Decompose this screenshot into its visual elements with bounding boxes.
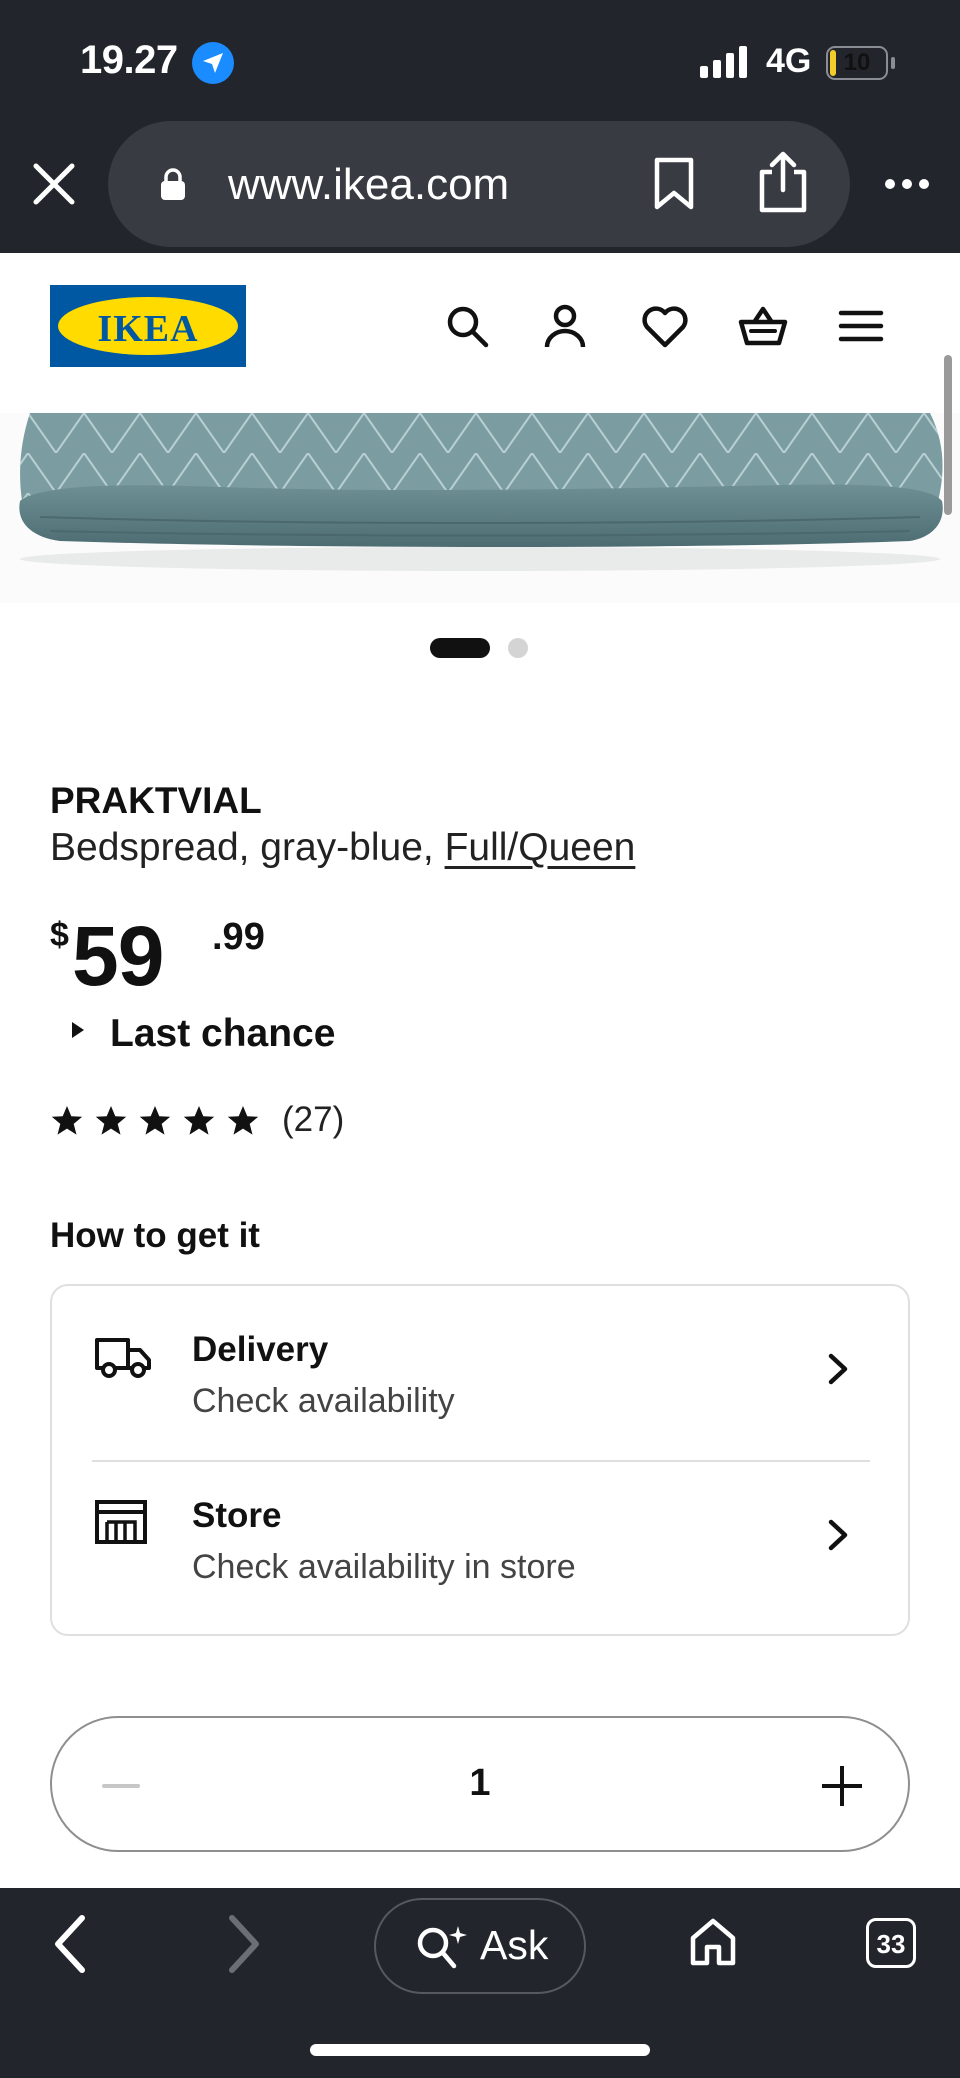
close-icon[interactable] <box>30 160 78 208</box>
star-icon <box>95 1106 127 1135</box>
review-count[interactable]: (27) <box>282 1100 344 1140</box>
status-time: 19.27 <box>80 38 178 82</box>
delivery-subtitle: Check availability <box>192 1382 455 1420</box>
bookmark-icon[interactable] <box>652 156 696 212</box>
bedspread-illustration <box>19 413 943 571</box>
fulfilment-card: Delivery Check availability Store Check … <box>50 1284 910 1636</box>
truck-icon <box>95 1338 151 1378</box>
heart-icon[interactable] <box>640 301 690 351</box>
quantity-value[interactable]: 1 <box>52 1762 908 1805</box>
home-indicator[interactable] <box>310 2044 650 2056</box>
logo-text: IKEA <box>97 308 199 350</box>
product-name: PRAKTVIAL <box>50 780 262 821</box>
chevron-right-icon <box>828 1519 848 1551</box>
price-cents: .99 <box>212 916 265 958</box>
search-icon[interactable] <box>442 301 492 351</box>
product-image[interactable] <box>0 413 960 603</box>
delivery-option[interactable]: Delivery Check availability <box>52 1286 908 1451</box>
star-icon <box>139 1106 171 1135</box>
ask-button[interactable]: Ask <box>374 1898 586 1994</box>
ikea-logo[interactable]: IKEA <box>50 285 246 367</box>
battery-nub <box>891 57 895 69</box>
home-icon[interactable] <box>688 1916 738 1968</box>
network-type: 4G <box>766 42 812 80</box>
forward-icon[interactable] <box>224 1910 264 1978</box>
price-currency: $ <box>50 916 69 954</box>
chevron-right-icon <box>828 1353 848 1385</box>
signal-icon <box>700 46 747 78</box>
menu-icon[interactable] <box>836 301 886 351</box>
back-icon[interactable] <box>50 1910 90 1978</box>
quantity-stepper: 1 <box>50 1716 910 1852</box>
caret-right-icon <box>72 1022 84 1038</box>
store-icon <box>95 1500 147 1544</box>
how-to-get-it-heading: How to get it <box>50 1216 260 1255</box>
increase-quantity-button[interactable] <box>822 1766 862 1806</box>
last-chance-label: Last chance <box>110 1012 336 1055</box>
star-icon <box>183 1106 215 1135</box>
ask-ai-icon <box>417 1926 467 1969</box>
page-scrollbar[interactable] <box>944 355 952 515</box>
tabs-button[interactable]: 33 <box>866 1918 916 1968</box>
product-description: Bedspread, gray-blue, Full/Queen <box>50 826 635 870</box>
product-description-text: Bedspread, gray-blue, <box>50 826 445 869</box>
share-icon[interactable] <box>756 150 810 214</box>
price-whole: 59 <box>72 909 164 1003</box>
ask-label: Ask <box>480 1922 549 1968</box>
url-text[interactable]: www.ikea.com <box>228 160 509 210</box>
delivery-title: Delivery <box>192 1330 329 1369</box>
tab-count: 33 <box>876 1929 906 1959</box>
star-icon <box>227 1106 259 1135</box>
battery-icon: 10 <box>826 46 888 80</box>
site-header: IKEA <box>0 253 960 413</box>
store-subtitle: Check availability in store <box>192 1548 576 1586</box>
store-title: Store <box>192 1496 282 1535</box>
more-icon[interactable] <box>884 178 930 190</box>
battery-percent: 10 <box>843 49 871 76</box>
carousel-dot[interactable] <box>508 638 528 658</box>
carousel-dot-active[interactable] <box>430 638 490 658</box>
account-icon[interactable] <box>540 301 590 351</box>
size-link[interactable]: Full/Queen <box>445 826 636 869</box>
lock-icon <box>161 168 185 200</box>
basket-icon[interactable] <box>738 301 788 351</box>
store-option[interactable]: Store Check availability in store <box>52 1452 908 1617</box>
star-icon <box>51 1106 83 1135</box>
location-arrow-icon <box>192 42 234 84</box>
